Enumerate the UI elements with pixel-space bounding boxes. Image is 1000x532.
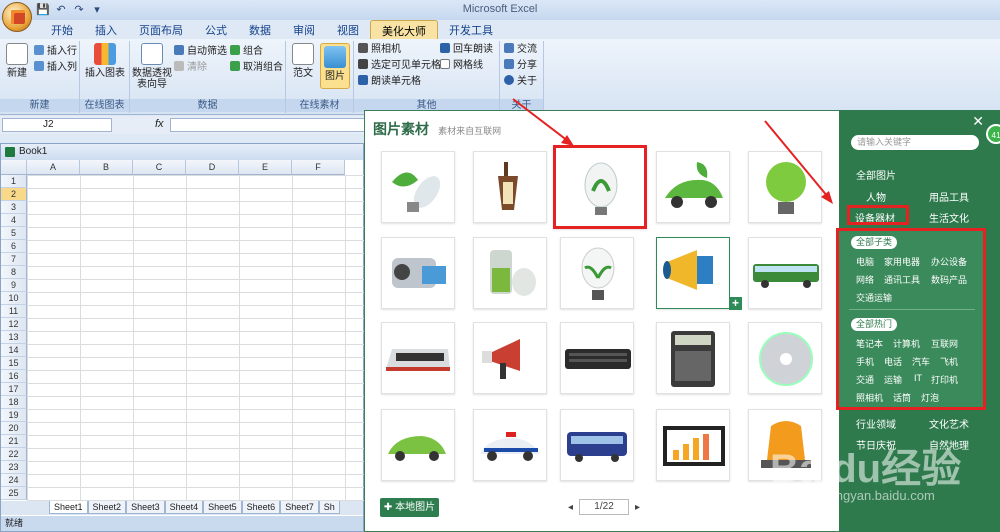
arrowhead-category: [821, 191, 833, 204]
office-logo-icon: [11, 10, 25, 24]
watermark-url: jingyan.baidu.com: [830, 488, 935, 503]
arrow-to-image: [512, 98, 569, 142]
watermark-logo: Baidu经验: [770, 447, 962, 491]
office-button[interactable]: [2, 2, 32, 32]
arrow-to-category: [764, 120, 829, 198]
